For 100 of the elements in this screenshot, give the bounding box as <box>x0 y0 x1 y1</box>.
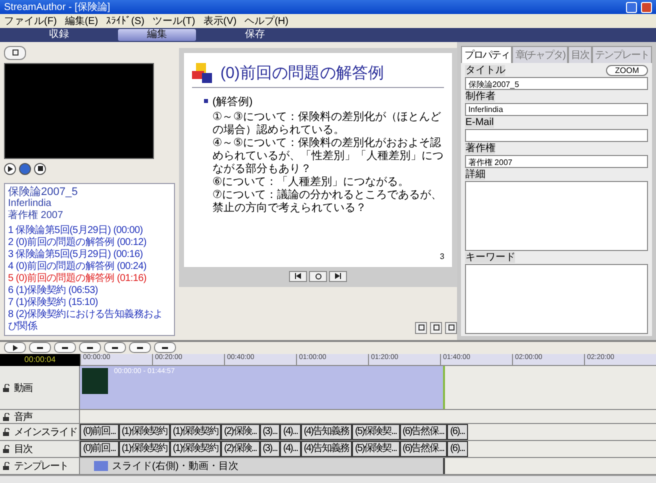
slide-clip[interactable]: (4)... <box>280 441 301 458</box>
stop-button[interactable] <box>34 162 46 175</box>
field-label: 詳細 <box>465 168 486 180</box>
timeline-button[interactable] <box>29 342 51 354</box>
minimize-button[interactable] <box>626 2 637 12</box>
zoom-button[interactable]: ZOOM <box>606 64 648 76</box>
lock-icon[interactable] <box>3 462 11 470</box>
menu-item[interactable]: ヘルプ(H) <box>244 14 288 28</box>
contents-item[interactable]: 4 (0)前回の問題の解答例 (00:24) <box>8 260 172 273</box>
mode-tab[interactable]: 収録 <box>20 28 98 41</box>
timeline-button[interactable] <box>154 342 176 354</box>
slide-clip[interactable]: (5)保険契... <box>352 441 400 458</box>
lock-icon[interactable] <box>3 412 11 421</box>
timeline-button[interactable] <box>54 342 76 354</box>
timeline-button[interactable] <box>129 342 151 354</box>
slide-clip[interactable]: (5)保険契... <box>352 424 400 440</box>
track-name: メインスライド <box>14 426 77 440</box>
field-label: タイトル <box>465 64 506 76</box>
square-icon <box>448 324 455 332</box>
slide-clip[interactable]: (6)告然保... <box>400 441 448 458</box>
slide-bullet: (解答例) <box>212 94 253 109</box>
slide-clip[interactable]: (2)保険... <box>221 424 260 440</box>
slide-clip[interactable]: (1)保険契約 <box>170 424 222 440</box>
template-clip[interactable]: スライド(右側)・動画・目次 <box>80 458 445 474</box>
last-slide-button[interactable] <box>329 270 348 282</box>
template-icon <box>94 461 108 472</box>
slide-text: ⑦について：議論の分かれるところであるが、禁止の方向で考えられている？ <box>212 188 444 215</box>
timeline-button[interactable] <box>4 342 26 354</box>
input-field[interactable]: 保険論2007_5 <box>465 76 648 90</box>
slide-clip[interactable]: (1)保険契約 <box>118 441 170 458</box>
slide-clip[interactable]: (1)保険契約 <box>170 441 222 458</box>
properties-tab[interactable]: プロパティ <box>461 46 512 63</box>
track-name: テンプレート <box>14 460 68 474</box>
slide-text: ⑥について：「人種差別」につながる。 <box>212 176 410 188</box>
bullet-icon <box>204 99 208 104</box>
contents-item[interactable]: 1 保険論第5回(5月29日) (00:00) <box>8 224 172 237</box>
field-label: 制作者 <box>465 90 496 102</box>
stop-icon <box>38 166 42 172</box>
page-number: 3 <box>440 252 444 261</box>
track-name: 目次 <box>14 443 32 456</box>
skip-back-icon <box>295 273 302 280</box>
slide-clip[interactable]: (6)告然保... <box>400 424 448 440</box>
minus-icon <box>112 344 118 351</box>
slide-clip[interactable]: (6)... <box>447 441 468 458</box>
lock-icon[interactable] <box>3 384 11 392</box>
timeline-button[interactable] <box>79 342 101 354</box>
slide-clip[interactable]: (6)... <box>447 424 468 440</box>
play-icon <box>12 344 18 351</box>
slide-clip[interactable]: (3)... <box>260 424 280 440</box>
timeline-button[interactable] <box>104 342 126 354</box>
slide-clip[interactable]: (4)告知義務 <box>300 441 352 458</box>
minus-icon <box>137 344 143 351</box>
tool-button[interactable] <box>445 322 458 334</box>
horizontal-scrollbar[interactable] <box>0 475 656 483</box>
menu-item[interactable]: 表示(V) <box>203 14 237 28</box>
minus-icon <box>162 344 168 351</box>
refresh-button[interactable] <box>309 270 328 282</box>
track-name: 音声 <box>14 410 32 424</box>
contents-author: Inferlindia <box>8 198 52 210</box>
slide-clip[interactable]: (4)告知義務 <box>300 424 352 440</box>
skip-forward-icon <box>335 273 342 280</box>
input-field[interactable] <box>465 180 648 251</box>
play-icon <box>7 166 13 172</box>
slide-clip[interactable]: (0)前回... <box>80 441 119 458</box>
input-field[interactable]: 著作権 2007 <box>465 154 648 168</box>
capture-button[interactable] <box>4 46 26 60</box>
input-field[interactable]: Inferlindia <box>465 102 648 116</box>
contents-item[interactable]: 3 保険論第5回(5月29日) (00:16) <box>8 248 172 261</box>
menu-item[interactable]: ファイル(F) <box>4 14 57 28</box>
time-display: 00:00:04 <box>0 354 80 366</box>
field-label: 著作権 <box>465 142 496 154</box>
menu-item[interactable]: 編集(E) <box>64 14 98 28</box>
contents-item[interactable]: 6 (1)保険契約 (06:53) <box>8 284 172 297</box>
square-icon <box>432 324 440 332</box>
tool-button[interactable] <box>415 322 428 334</box>
contents-item[interactable]: 8 (2)保険契約における告知義務および関係 <box>8 308 172 333</box>
contents-copyright: 著作権 2007 <box>8 210 64 222</box>
input-field[interactable] <box>465 264 648 334</box>
slide-clip[interactable]: (0)前回... <box>80 424 119 440</box>
tool-button[interactable] <box>430 322 442 334</box>
lock-icon[interactable] <box>3 428 11 436</box>
play-button[interactable] <box>4 162 16 175</box>
mode-tab[interactable]: 保存 <box>216 28 294 41</box>
close-button[interactable] <box>641 2 652 12</box>
slide-clip[interactable]: (1)保険契約 <box>118 424 170 440</box>
contents-item[interactable]: 2 (0)前回の問題の解答例 (00:12) <box>8 236 172 249</box>
lock-icon[interactable] <box>3 445 11 454</box>
mode-tab[interactable]: 編集 <box>118 28 196 41</box>
menu-item[interactable]: ｽﾗｲﾄﾞ(S) <box>106 15 144 27</box>
slide-clip[interactable]: (4)... <box>280 424 301 440</box>
slide-clip[interactable]: (3)... <box>260 441 280 458</box>
minus-icon <box>87 344 93 351</box>
record-button[interactable] <box>19 162 31 175</box>
first-slide-button[interactable] <box>289 270 308 282</box>
contents-item[interactable]: 7 (1)保険契約 (15:10) <box>8 296 172 309</box>
contents-item[interactable]: 5 (0)前回の問題の解答例 (01:16) <box>8 272 172 285</box>
menu-item[interactable]: ツール(T) <box>152 14 196 28</box>
contents-title: 保険論2007_5 <box>8 186 79 198</box>
slide-clip[interactable]: (2)保険... <box>221 441 260 458</box>
input-field[interactable] <box>465 128 648 142</box>
